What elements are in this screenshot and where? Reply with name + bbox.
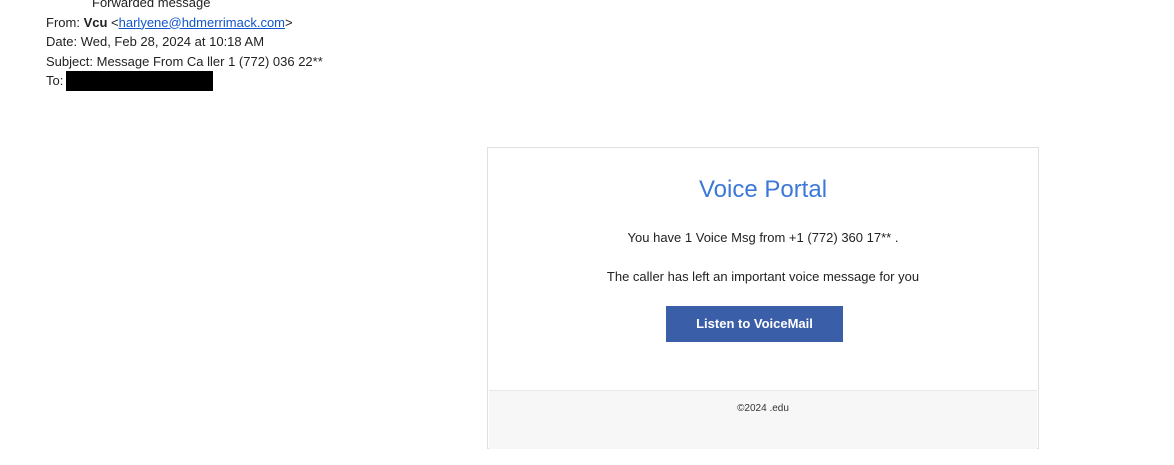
- date-line: Date: Wed, Feb 28, 2024 at 10:18 AM: [46, 32, 323, 52]
- voice-portal-card: Voice Portal You have 1 Voice Msg from +…: [487, 147, 1039, 449]
- subject-label: Subject:: [46, 53, 93, 69]
- from-label: From:: [46, 14, 80, 30]
- subject-value: Message From Ca ller 1 (772) 036 22**: [96, 53, 323, 69]
- to-line: To:: [46, 70, 323, 91]
- sender-email-open-bracket: <: [111, 14, 119, 30]
- email-header: Forwarded message From: Vcu <harlyene@hd…: [46, 0, 323, 91]
- from-line: From: Vcu <harlyene@hdmerrimack.com>: [46, 13, 323, 33]
- sender-email-close-bracket: >: [285, 14, 293, 30]
- sender-email-link[interactable]: harlyene@hdmerrimack.com: [119, 15, 285, 30]
- forwarded-label-text: Forwarded message: [92, 0, 211, 10]
- caller-message-notice: The caller has left an important voice m…: [606, 269, 920, 284]
- card-footer: ©2024 .edu: [489, 390, 1037, 449]
- footer-copyright: ©2024 .edu: [737, 403, 789, 414]
- redacted-recipient: [66, 70, 214, 91]
- subject-line: Subject: Message From Ca ller 1 (772) 03…: [46, 52, 323, 72]
- sender-name: Vcu: [83, 14, 108, 30]
- date-value: Wed, Feb 28, 2024 at 10:18 AM: [80, 34, 265, 49]
- to-label: To:: [46, 73, 64, 88]
- date-label: Date:: [46, 34, 78, 49]
- card-title: Voice Portal: [698, 176, 828, 203]
- listen-to-voicemail-button[interactable]: Listen to VoiceMail: [666, 306, 843, 342]
- voice-message-notice: You have 1 Voice Msg from +1 (772) 360 1…: [627, 230, 899, 245]
- forwarded-message-label: Forwarded message: [46, 0, 323, 13]
